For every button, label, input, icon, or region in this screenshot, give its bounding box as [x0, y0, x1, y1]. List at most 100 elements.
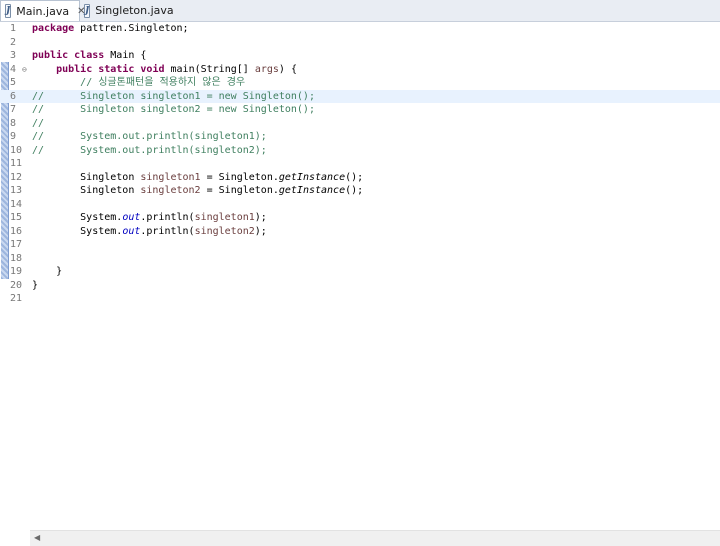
- code-token: // 싱글톤패턴을 적용하지 않은 경우: [80, 77, 246, 88]
- horizontal-scrollbar[interactable]: ◀: [30, 530, 720, 546]
- code-token: out: [122, 212, 141, 223]
- tab-main-java[interactable]: J Main.java ✕: [0, 0, 85, 21]
- code-token: System.: [32, 212, 123, 223]
- code-line[interactable]: 9 // System.out.println(singleton1);: [0, 130, 720, 144]
- code-token: pattren.Singleton;: [74, 23, 189, 34]
- java-file-icon: J: [5, 4, 12, 18]
- code-token: ();: [345, 185, 364, 196]
- code-token: .println(: [140, 225, 195, 237]
- code-token: singleton2: [194, 225, 255, 237]
- code-token: public: [32, 50, 69, 61]
- code-token: getInstance: [278, 185, 346, 196]
- code-text: // System.out.println(singleton2);: [32, 144, 267, 158]
- code-line[interactable]: 10 // System.out.println(singleton2);: [0, 144, 720, 158]
- code-line[interactable]: 11: [0, 157, 720, 171]
- line-number: 17: [10, 239, 23, 250]
- code-token: }: [32, 266, 63, 277]
- code-text: public static void main(String[] args) {: [32, 63, 297, 77]
- line-number: 20: [10, 279, 23, 291]
- code-line[interactable]: 12 Singleton singleton1 = Singleton.getI…: [0, 171, 720, 185]
- code-line[interactable]: 21: [0, 292, 720, 306]
- code-text: public class Main {: [32, 49, 146, 63]
- code-token: // System.out.println(singleton1);: [32, 131, 267, 142]
- code-line[interactable]: 3 public class Main {: [0, 49, 720, 63]
- code-line[interactable]: 15 System.out.println(singleton1);: [0, 211, 720, 225]
- line-number: 21: [10, 293, 23, 304]
- code-token: singleton1: [194, 212, 255, 223]
- code-token: = Singleton.: [200, 171, 279, 183]
- tab-label: Singleton.java: [95, 4, 174, 17]
- code-text: package pattren.Singleton;: [32, 22, 189, 36]
- code-token: = Singleton.: [200, 185, 279, 196]
- code-line[interactable]: 5 // 싱글톤패턴을 적용하지 않은 경우: [0, 76, 720, 90]
- line-number: 7: [10, 104, 17, 115]
- code-token: // System.out.println(singleton2);: [32, 144, 267, 156]
- code-token: package: [32, 23, 75, 34]
- code-token: class: [74, 50, 105, 61]
- code-line[interactable]: 4 ⊖ public static void main(String[] args…: [0, 63, 720, 77]
- line-number: 18: [10, 252, 23, 264]
- code-token: Singleton: [32, 185, 141, 196]
- code-text: Singleton singleton1 = Singleton.getInst…: [32, 171, 363, 185]
- code-token: }: [32, 279, 39, 291]
- code-token: Main {: [104, 50, 147, 61]
- code-token: // Singleton singleton1 = new Singleton(…: [32, 90, 315, 102]
- code-token: main(String[]: [164, 63, 255, 75]
- code-text: // Singleton singleton1 = new Singleton(…: [32, 90, 315, 104]
- code-line[interactable]: 16 System.out.println(singleton2);: [0, 225, 720, 239]
- scrollbar-corner: [0, 530, 30, 545]
- code-line[interactable]: 19 }: [0, 265, 720, 279]
- code-editor[interactable]: 1 package pattren.Singleton; 2 3 public clas…: [0, 22, 720, 530]
- tab-singleton-java[interactable]: J Singleton.java: [80, 1, 174, 20]
- code-token: getInstance: [278, 171, 346, 183]
- code-text: // System.out.println(singleton1);: [32, 130, 267, 144]
- code-token: // Singleton singleton2 = new Singleton(…: [32, 104, 315, 115]
- code-token: Singleton: [32, 171, 141, 183]
- code-token: out: [122, 225, 141, 237]
- line-number: 5: [10, 77, 17, 88]
- code-line[interactable]: 17: [0, 238, 720, 252]
- line-number: 10: [10, 144, 23, 156]
- scroll-left-icon[interactable]: ◀: [34, 533, 40, 542]
- fold-collapse-icon[interactable]: ⊖: [22, 65, 27, 74]
- line-number: 11: [10, 158, 23, 169]
- code-token: public: [56, 63, 93, 75]
- code-token: //: [32, 117, 45, 129]
- code-token: singleton2: [140, 185, 201, 196]
- code-token: .println(: [140, 212, 195, 223]
- code-line[interactable]: 18: [0, 252, 720, 266]
- code-token: args: [254, 63, 279, 75]
- code-line[interactable]: 14: [0, 198, 720, 212]
- code-line[interactable]: 8 //: [0, 117, 720, 131]
- code-text: System.out.println(singleton1);: [32, 211, 267, 225]
- line-number: 1: [10, 23, 17, 34]
- line-number: 9: [10, 131, 17, 142]
- line-number: 2: [10, 36, 17, 48]
- code-line[interactable]: 20}: [0, 279, 720, 293]
- code-text: // Singleton singleton2 = new Singleton(…: [32, 103, 315, 117]
- line-number: 16: [10, 225, 23, 237]
- code-text: }: [32, 279, 38, 293]
- code-line[interactable]: 7 // Singleton singleton2 = new Singleton…: [0, 103, 720, 117]
- line-number: 3: [10, 50, 17, 61]
- code-token: singleton1: [140, 171, 201, 183]
- code-token: );: [254, 212, 267, 223]
- code-line[interactable]: 2: [0, 36, 720, 50]
- code-text: Singleton singleton2 = Singleton.getInst…: [32, 184, 363, 198]
- code-line[interactable]: 13 Singleton singleton2 = Singleton.getI…: [0, 184, 720, 198]
- code-text: System.out.println(singleton2);: [32, 225, 267, 239]
- code-line[interactable]: 1 package pattren.Singleton;: [0, 22, 720, 36]
- tab-label: Main.java: [16, 4, 70, 18]
- code-lines[interactable]: 1 package pattren.Singleton; 2 3 public clas…: [0, 22, 720, 306]
- line-number: 12: [10, 171, 23, 183]
- line-number: 13: [10, 185, 23, 196]
- code-token: ();: [345, 171, 364, 183]
- line-number: 8: [10, 117, 17, 129]
- code-token: );: [254, 225, 267, 237]
- line-number: 19: [10, 266, 23, 277]
- line-number: 14: [10, 198, 23, 210]
- code-line[interactable]: 6 // Singleton singleton1 = new Singleton…: [0, 89, 720, 104]
- code-token: static: [98, 63, 135, 75]
- code-token: void: [140, 63, 165, 75]
